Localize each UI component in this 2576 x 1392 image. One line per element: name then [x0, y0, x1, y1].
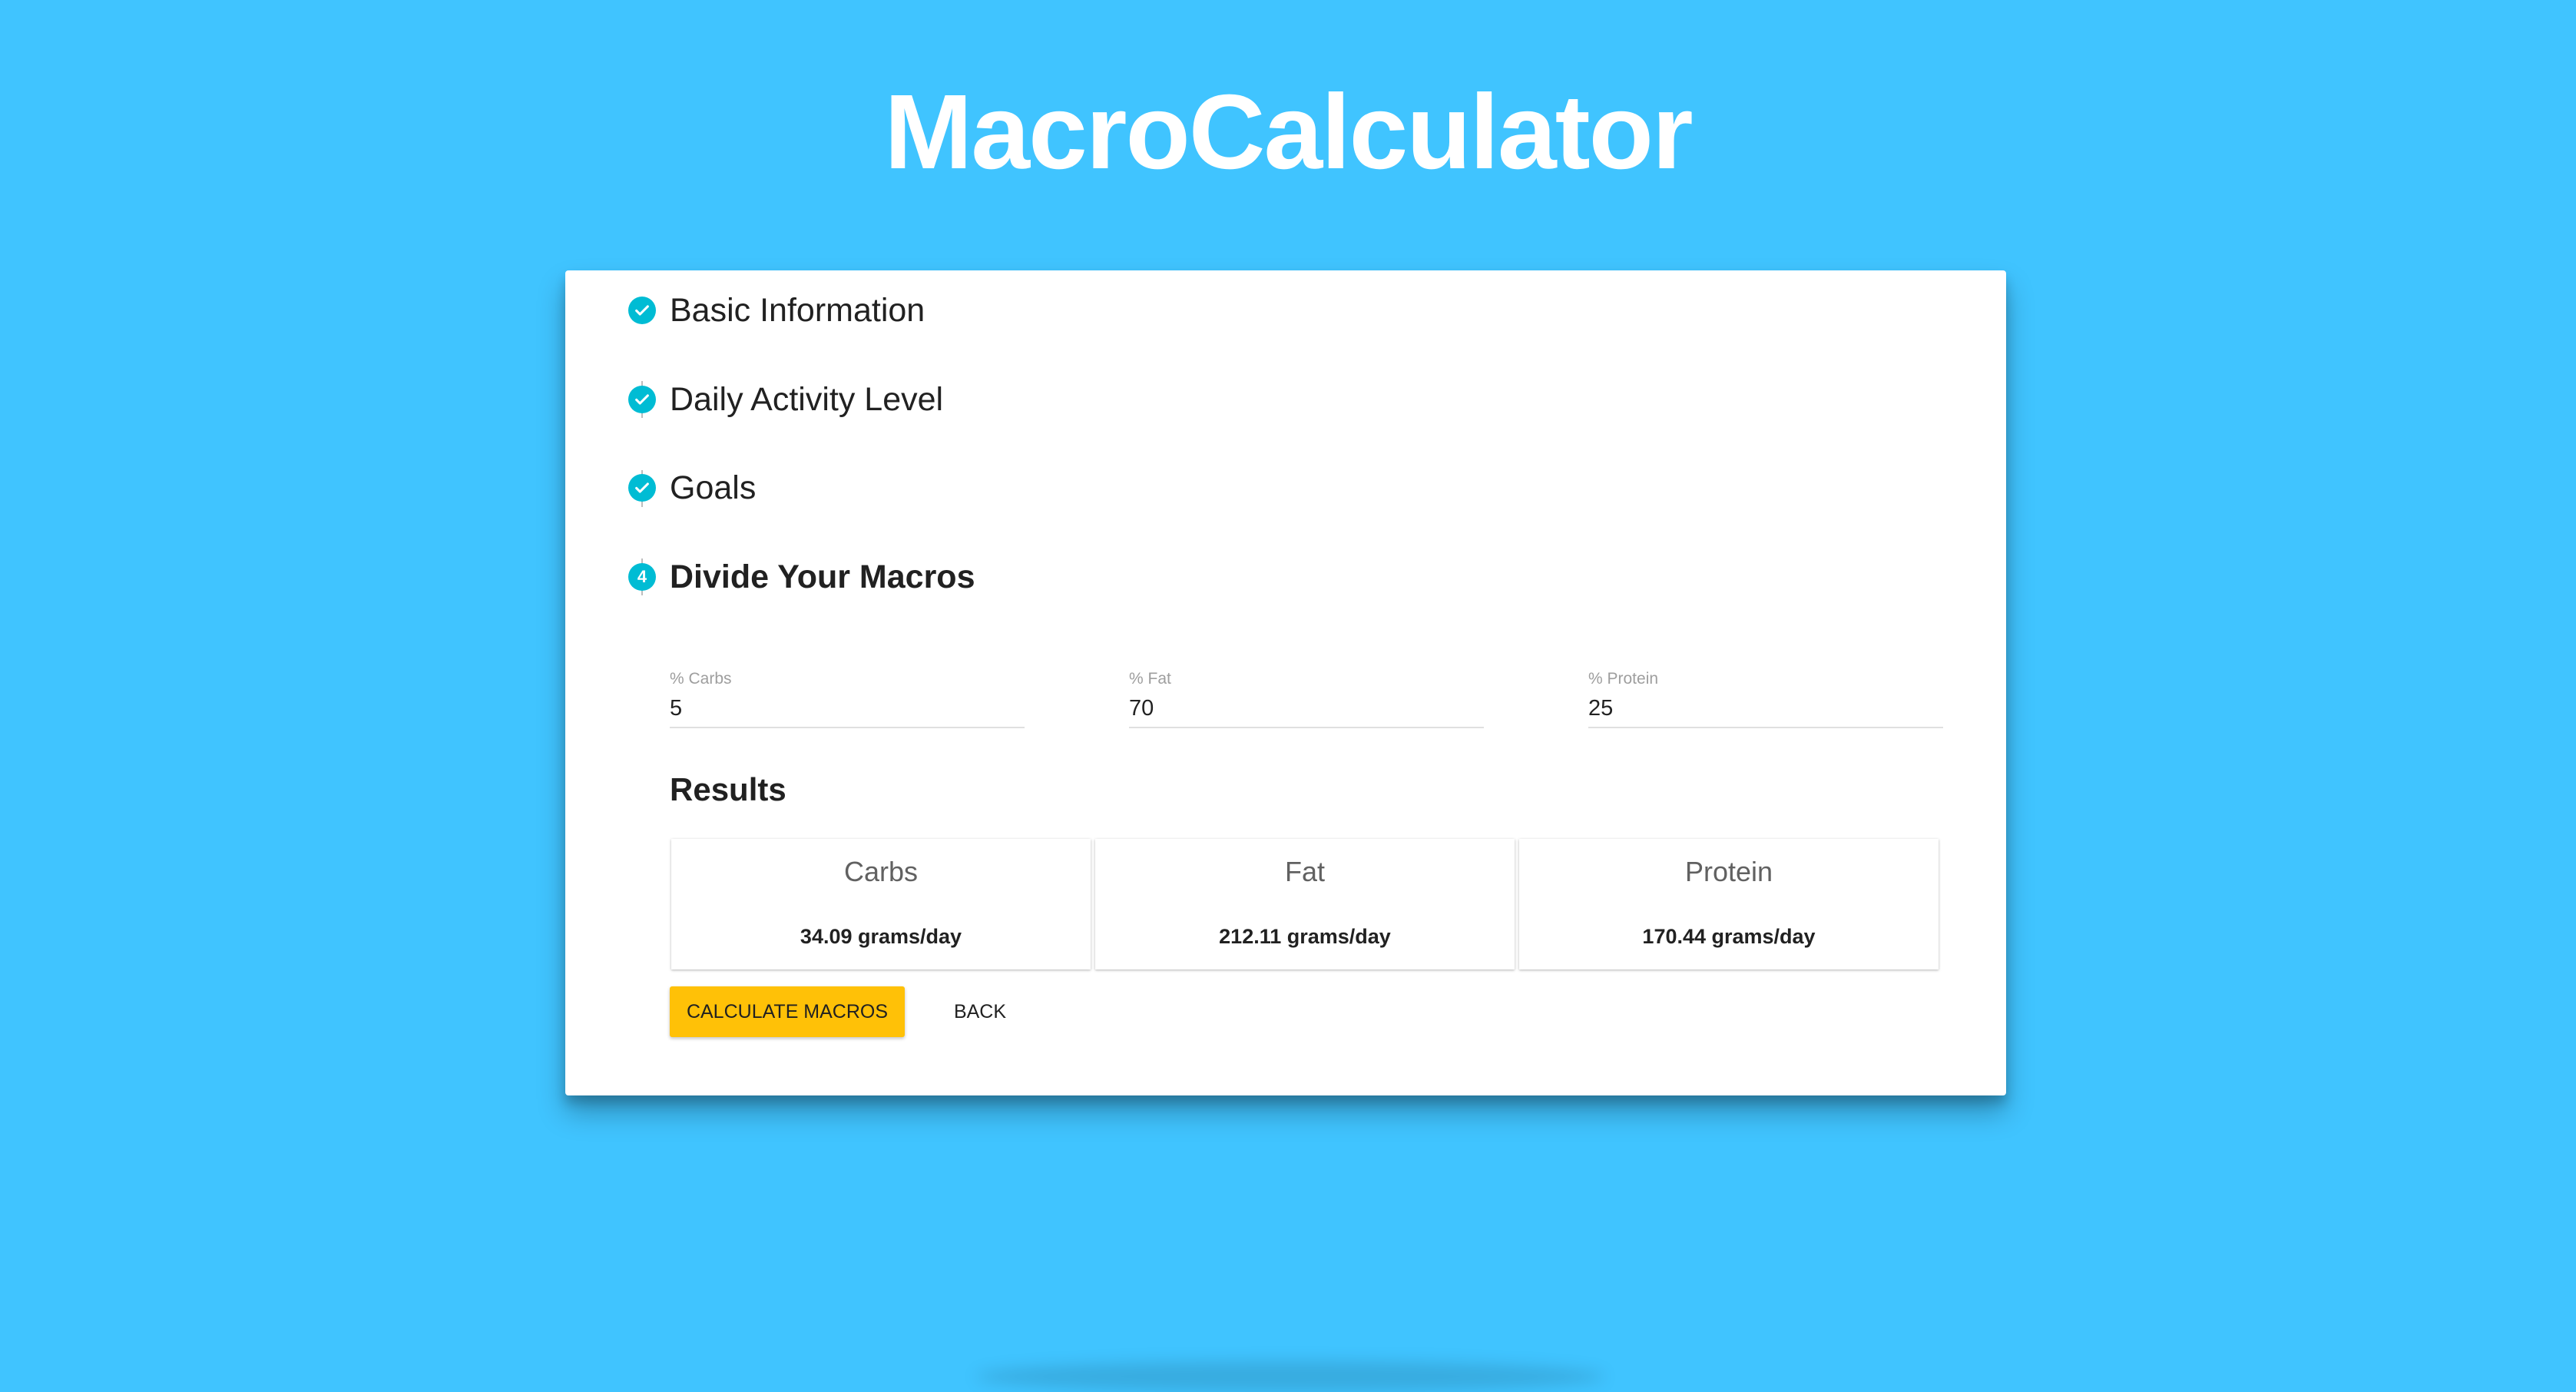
step-label: Goals — [670, 469, 757, 506]
fat-field-label: % Fat — [1129, 670, 1171, 688]
protein-field-label: % Protein — [1588, 670, 1659, 688]
offscreen-card-shadow — [975, 1361, 1605, 1392]
protein-input[interactable] — [1588, 690, 1943, 728]
carbs-field: % Carbs — [670, 668, 1025, 728]
step-divide-your-macros[interactable]: 4 Divide Your Macros — [628, 555, 975, 598]
step-goals[interactable]: Goals — [628, 466, 756, 509]
fat-input[interactable] — [1129, 690, 1484, 728]
result-tile-title: Fat — [1284, 856, 1325, 887]
step-label: Daily Activity Level — [670, 380, 944, 418]
step-number-icon: 4 — [628, 563, 656, 591]
calculate-macros-button[interactable]: CALCULATE MACROS — [670, 986, 905, 1037]
check-circle-icon — [628, 297, 656, 324]
result-tile-carbs: Carbs 34.09 grams/day — [671, 839, 1091, 969]
step-label: Divide Your Macros — [670, 558, 975, 595]
result-tile-title: Protein — [1684, 856, 1773, 887]
carbs-field-label: % Carbs — [670, 670, 732, 688]
result-tile-value: 170.44 grams/day — [1642, 925, 1816, 948]
protein-field: % Protein — [1588, 668, 1943, 728]
back-button[interactable]: BACK — [934, 986, 1026, 1037]
result-tile-protein: Protein 170.44 grams/day — [1519, 839, 1939, 969]
result-tile-title: Carbs — [843, 856, 919, 887]
step-daily-activity-level[interactable]: Daily Activity Level — [628, 378, 943, 421]
fat-field: % Fat — [1129, 668, 1484, 728]
result-tile-value: 34.09 grams/day — [800, 925, 962, 948]
results-title: Results — [670, 771, 786, 807]
app-title: MacroCalculator — [884, 73, 1693, 191]
check-circle-icon — [628, 386, 656, 413]
check-circle-icon — [628, 474, 656, 502]
carbs-input[interactable] — [670, 690, 1025, 728]
calculator-card: Basic Information Daily Activity Level G… — [565, 270, 2006, 1095]
step-number: 4 — [637, 567, 647, 586]
step-label: Basic Information — [670, 291, 925, 329]
result-tile-fat: Fat 212.11 grams/day — [1095, 839, 1515, 969]
step-basic-information[interactable]: Basic Information — [628, 289, 925, 332]
result-tile-value: 212.11 grams/day — [1219, 925, 1391, 948]
